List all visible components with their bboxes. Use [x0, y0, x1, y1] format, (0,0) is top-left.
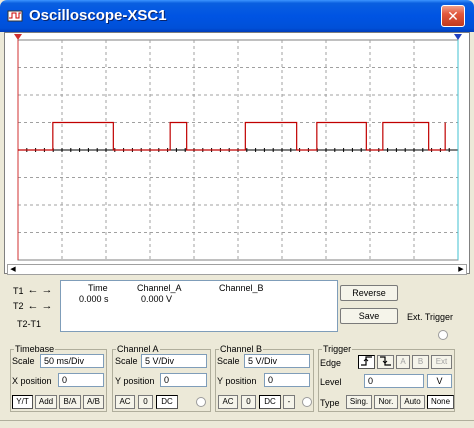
trigger-auto-button[interactable]: Auto [400, 395, 425, 409]
col-channel-b-header: Channel_B [219, 283, 264, 293]
mode-ab-button[interactable]: A/B [83, 395, 104, 409]
trigger-title: Trigger [322, 344, 353, 354]
channel-a-dc-button[interactable]: DC [156, 395, 178, 409]
mode-yt-button[interactable]: Y/T [12, 395, 33, 409]
trigger-source-ext-button[interactable]: Ext [431, 355, 452, 369]
timebase-scale-field[interactable]: 50 ms/Div [40, 354, 104, 368]
reverse-button[interactable]: Reverse [340, 285, 398, 301]
cursor-t1-marker [14, 34, 22, 40]
t1-left-arrow-icon[interactable]: ← [27, 285, 39, 297]
cursor-values-panel: Time Channel_A Channel_B 0.000 s 0.000 V [60, 280, 338, 332]
mode-add-button[interactable]: Add [35, 395, 57, 409]
channel-a-scale-label: Scale [115, 356, 138, 366]
trigger-none-button[interactable]: None [427, 395, 454, 409]
close-button[interactable]: ✕ [441, 5, 465, 27]
trigger-type-label: Type [320, 398, 340, 408]
scroll-left-icon[interactable]: ◀ [8, 265, 18, 274]
channel-b-title: Channel B [219, 344, 264, 354]
channel-a-terminal[interactable] [196, 397, 206, 407]
channel-b-ypos-field[interactable]: 0 [264, 373, 310, 387]
x-position-field[interactable]: 0 [58, 373, 104, 387]
col-time-header: Time [88, 283, 108, 293]
t1-time-value: 0.000 s [79, 294, 109, 304]
t2-left-arrow-icon[interactable]: ← [27, 301, 39, 313]
ext-trigger-label: Ext. Trigger [407, 312, 454, 322]
trigger-single-button[interactable]: Sing. [346, 395, 372, 409]
t2-right-arrow-icon[interactable]: → [41, 301, 53, 313]
title-bar[interactable]: Oscilloscope-XSC1 ✕ [0, 0, 474, 32]
timebase-title: Timebase [14, 344, 56, 354]
cursor-t2-marker [454, 34, 462, 40]
col-channel-a-header: Channel_A [137, 283, 182, 293]
t2-t1-label: T2-T1 [17, 319, 42, 329]
mode-ba-button[interactable]: B/A [59, 395, 81, 409]
scope-screen[interactable] [4, 32, 470, 274]
channel-a-title: Channel A [116, 344, 160, 354]
screen-horizontal-scrollbar[interactable]: ◀ ▶ [7, 264, 467, 275]
channel-b-zero-button[interactable]: 0 [241, 395, 256, 409]
t2-label: T2 [13, 301, 24, 311]
trigger-level-field[interactable]: 0 [364, 374, 424, 388]
save-button[interactable]: Save [340, 308, 398, 324]
channel-b-scale-label: Scale [217, 356, 240, 366]
channel-b-minus-button[interactable]: - [283, 395, 295, 409]
oscilloscope-app-icon [7, 10, 23, 22]
channel-b-ac-button[interactable]: AC [218, 395, 238, 409]
trigger-level-unit[interactable]: V [427, 374, 452, 388]
x-position-label: X position [12, 376, 52, 386]
bottom-edge [0, 420, 474, 428]
channel-a-zero-button[interactable]: 0 [138, 395, 153, 409]
edge-label: Edge [320, 358, 342, 368]
level-label: Level [320, 377, 342, 387]
scroll-right-icon[interactable]: ▶ [456, 265, 466, 274]
channel-a-ac-button[interactable]: AC [115, 395, 135, 409]
channel-a-ypos-field[interactable]: 0 [160, 373, 207, 387]
window-title: Oscilloscope-XSC1 [29, 7, 167, 24]
channel-b-terminal[interactable] [302, 397, 312, 407]
scope-display [14, 34, 462, 261]
channel-a-scale-field[interactable]: 5 V/Div [141, 354, 207, 368]
trigger-normal-button[interactable]: Nor. [374, 395, 398, 409]
t1-channel-a-value: 0.000 V [141, 294, 173, 304]
falling-edge-icon[interactable] [377, 355, 394, 369]
channel-b-scale-field[interactable]: 5 V/Div [244, 354, 310, 368]
timebase-scale-label: Scale [12, 356, 35, 366]
trigger-source-a-button[interactable]: A [396, 355, 410, 369]
rising-edge-icon[interactable] [358, 355, 375, 369]
oscilloscope-window: Oscilloscope-XSC1 ✕ ◀ ▶ T1 ← → T2 ← → T2… [0, 0, 474, 428]
ext-trigger-terminal[interactable] [438, 330, 448, 340]
t1-right-arrow-icon[interactable]: → [41, 285, 53, 297]
channel-a-ypos-label: Y position [115, 376, 155, 386]
channel-b-ypos-label: Y position [217, 376, 257, 386]
channel-b-dc-button[interactable]: DC [259, 395, 281, 409]
trigger-source-b-button[interactable]: B [412, 355, 429, 369]
t1-label: T1 [13, 286, 24, 296]
cursor-readout: T1 ← → T2 ← → T2-T1 Time Channel_A Chann… [5, 280, 338, 335]
